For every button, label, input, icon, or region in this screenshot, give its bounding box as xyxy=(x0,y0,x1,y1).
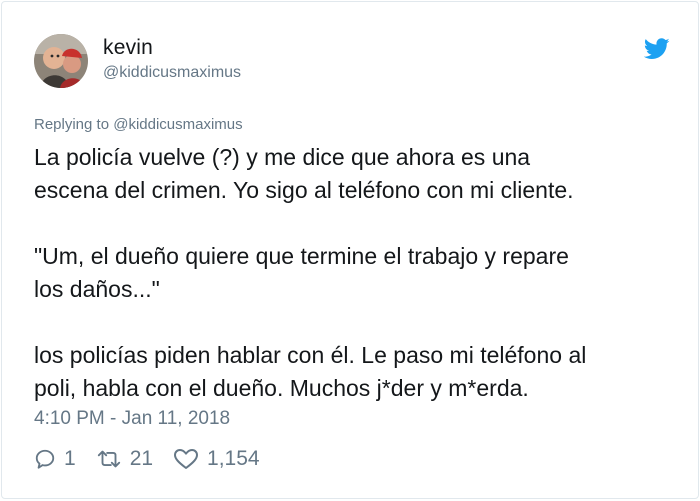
reply-count: 1 xyxy=(64,447,76,470)
tweet-timestamp[interactable]: 4:10 PM - Jan 11, 2018 xyxy=(34,408,230,430)
reply-icon xyxy=(35,449,55,469)
avatar-photo-icon xyxy=(34,34,88,88)
user-avatar[interactable] xyxy=(34,34,88,88)
user-display-name[interactable]: kevin xyxy=(103,36,153,60)
reply-button[interactable]: 1 xyxy=(34,447,76,471)
user-handle[interactable]: @kiddicusmaximus xyxy=(103,64,241,82)
replying-to-mention[interactable]: @kiddicusmaximus xyxy=(113,116,242,133)
tweet-actions-bar: 1 21 1,154 xyxy=(34,446,280,472)
replying-to-label: Replying to xyxy=(34,116,110,133)
twitter-bird-icon[interactable] xyxy=(643,38,670,60)
heart-icon xyxy=(174,449,199,469)
tweet-paragraph-3: los policías piden hablar con él. Le pas… xyxy=(34,342,587,401)
retweet-count: 21 xyxy=(129,447,154,470)
tweet-card: kevin @kiddicusmaximus Replying to @kidd… xyxy=(1,1,699,499)
replying-to-line: Replying to @kiddicusmaximus xyxy=(34,116,243,133)
tweet-text: La policía vuelve (?) y me dice que ahor… xyxy=(34,141,674,405)
retweet-button[interactable]: 21 xyxy=(96,447,153,471)
like-count: 1,154 xyxy=(207,447,260,470)
retweet-icon xyxy=(97,450,120,468)
tweet-paragraph-2: "Um, el dueño quiere que termine el trab… xyxy=(34,243,569,302)
tweet-paragraph-1: La policía vuelve (?) y me dice que ahor… xyxy=(34,144,574,203)
like-button[interactable]: 1,154 xyxy=(173,447,260,471)
